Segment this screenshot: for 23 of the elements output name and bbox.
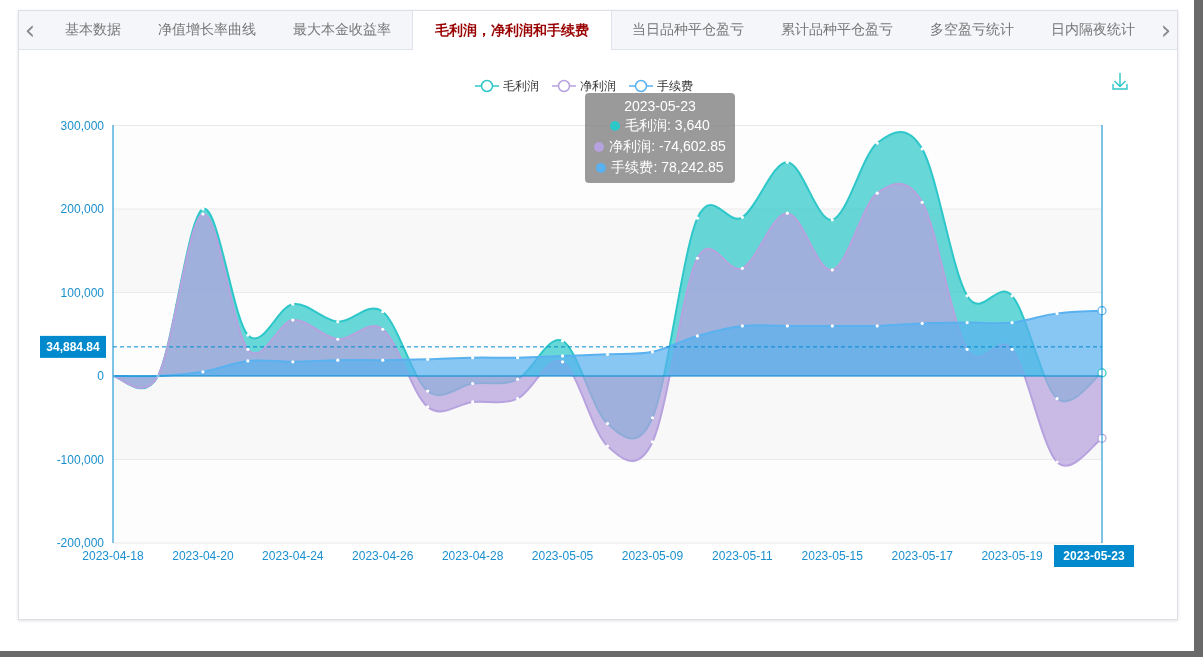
x-axis-label: 2023-05-17 xyxy=(891,549,953,563)
y-axis-label: -200,000 xyxy=(56,536,104,550)
y-axis-label: 300,000 xyxy=(60,118,104,133)
x-axis-label: 2023-04-26 xyxy=(352,549,414,563)
tooltip-title: 2023-05-23 xyxy=(624,98,696,114)
x-axis-label: 2023-05-15 xyxy=(801,549,863,563)
tooltip-value: 毛利润: 3,640 xyxy=(625,117,710,135)
ref-line-label: 34,884.84 xyxy=(46,339,101,354)
x-axis-label: 2023-04-24 xyxy=(262,549,324,563)
x-axis-label: 2023-05-09 xyxy=(621,549,684,563)
y-axis-label: 100,000 xyxy=(60,285,104,300)
y-axis-label: 0 xyxy=(97,369,104,383)
y-axis-label: -100,000 xyxy=(56,452,104,467)
x-axis-label: 2023-05-11 xyxy=(712,549,773,563)
average-label: 34,884.84 xyxy=(40,335,106,358)
x-axis-label: 2023-05-19 xyxy=(981,549,1043,563)
x-axis-label: 2023-04-18 xyxy=(82,549,144,563)
x-axis-label: 2023-04-20 xyxy=(172,549,234,563)
x-axis-label: 2023-04-28 xyxy=(441,549,504,563)
x-tick-label: 2023-05-23 xyxy=(1063,549,1126,563)
axis-pointer-label: 2023-05-23 xyxy=(1054,545,1134,567)
x-axis-label: 2023-05-05 xyxy=(531,549,594,563)
y-axis-label: 200,000 xyxy=(60,202,104,216)
